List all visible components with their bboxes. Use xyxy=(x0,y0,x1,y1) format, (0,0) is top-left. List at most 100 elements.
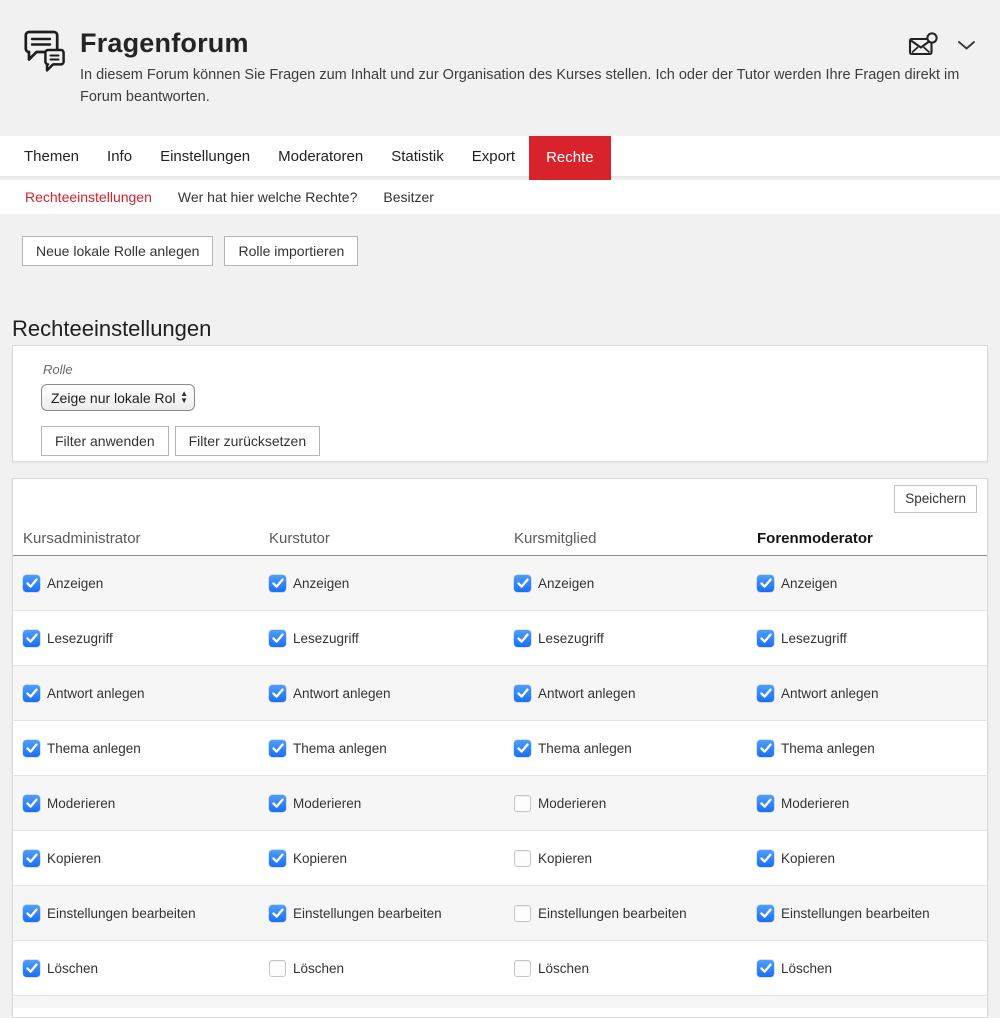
page-title: Fragenforum xyxy=(80,28,249,59)
checkbox-label: Kopieren xyxy=(538,851,592,866)
checkbox-checked-anzeigen-1[interactable] xyxy=(23,575,40,592)
checkbox-checked-moderieren-1[interactable] xyxy=(23,795,40,812)
cell-kurstutor-thema-anlegen: Thema anlegen xyxy=(269,740,514,757)
checkbox-checked-antwort-anlegen-4[interactable] xyxy=(757,685,774,702)
checkbox-label: Einstellungen bearbeiten xyxy=(538,906,687,921)
apply-filter-button[interactable]: Filter anwenden xyxy=(41,426,169,456)
cell-kurstutor-moderieren: Moderieren xyxy=(269,795,514,812)
checkbox-checked-einstellungen-bearbeiten-1[interactable] xyxy=(23,905,40,922)
tab-export[interactable]: Export xyxy=(458,136,529,176)
reset-filter-button[interactable]: Filter zurücksetzen xyxy=(175,426,320,456)
tab-themen[interactable]: Themen xyxy=(10,136,93,176)
checkbox-checked-anzeigen-2[interactable] xyxy=(269,575,286,592)
checkbox-checked-löschen-1[interactable] xyxy=(23,960,40,977)
checkbox-unchecked-löschen-2[interactable] xyxy=(269,960,286,977)
cell-kursmitglied-antwort-anlegen: Antwort anlegen xyxy=(514,685,757,702)
checkbox-checked-lesezugriff-3[interactable] xyxy=(514,630,531,647)
cell-kursmitglied-kopieren: Kopieren xyxy=(514,850,757,867)
import-role-button[interactable]: Rolle importieren xyxy=(224,236,358,266)
save-button[interactable]: Speichern xyxy=(894,485,977,513)
cell-forenmoderator-lesezugriff: Lesezugriff xyxy=(757,630,987,647)
checkbox-checked-anzeigen-4[interactable] xyxy=(757,575,774,592)
role-actions: Neue lokale Rolle anlegen Rolle importie… xyxy=(22,236,358,266)
checkbox-label: Thema anlegen xyxy=(293,741,387,756)
checkbox-unchecked-löschen-3[interactable] xyxy=(514,960,531,977)
checkbox-unchecked-moderieren-3[interactable] xyxy=(514,795,531,812)
checkbox-label: Löschen xyxy=(538,961,589,976)
checkbox-unchecked-kopieren-3[interactable] xyxy=(514,850,531,867)
checkbox-checked-thema-anlegen-4[interactable] xyxy=(757,740,774,757)
checkbox-unchecked-einstellungen-bearbeiten-3[interactable] xyxy=(514,905,531,922)
checkbox-checked-thema-anlegen-2[interactable] xyxy=(269,740,286,757)
checkbox-label: Antwort anlegen xyxy=(538,686,636,701)
cell-kursmitglied-löschen: Löschen xyxy=(514,960,757,977)
checkbox-label: Lesezugriff xyxy=(538,631,604,646)
permission-row-thema-anlegen: Thema anlegenThema anlegenThema anlegenT… xyxy=(13,721,987,776)
column-header-kursadministrator: Kursadministrator xyxy=(23,530,269,547)
checkbox-checked-kopieren-1[interactable] xyxy=(23,850,40,867)
checkbox-checked-lesezugriff-2[interactable] xyxy=(269,630,286,647)
cell-kursmitglied-moderieren: Moderieren xyxy=(514,795,757,812)
checkbox-label: Antwort anlegen xyxy=(293,686,391,701)
cell-kurstutor-löschen: Löschen xyxy=(269,960,514,977)
cell-kursadministrator-einstellungen-bearbeiten: Einstellungen bearbeiten xyxy=(23,905,269,922)
checkbox-checked-lesezugriff-4[interactable] xyxy=(757,630,774,647)
cell-kurstutor-anzeigen: Anzeigen xyxy=(269,575,514,592)
cell-kursmitglied-anzeigen: Anzeigen xyxy=(514,575,757,592)
cell-forenmoderator-einstellungen-bearbeiten: Einstellungen bearbeiten xyxy=(757,905,987,922)
tab-moderatoren[interactable]: Moderatoren xyxy=(264,136,377,176)
checkbox-label: Lesezugriff xyxy=(781,631,847,646)
role-filter-select[interactable]: Zeige nur lokale Rollen ▲▼ xyxy=(41,384,195,411)
cell-kurstutor-kopieren: Kopieren xyxy=(269,850,514,867)
permission-row-einstellungen-bearbeiten: Einstellungen bearbeiten Einstellungen be… xyxy=(13,886,987,941)
checkbox-checked-antwort-anlegen-1[interactable] xyxy=(23,685,40,702)
cell-kursadministrator-moderieren: Moderieren xyxy=(23,795,269,812)
permission-row-moderieren: ModerierenModerierenModerierenModerieren xyxy=(13,776,987,831)
cell-kursmitglied-lesezugriff: Lesezugriff xyxy=(514,630,757,647)
tab-einstellungen[interactable]: Einstellungen xyxy=(146,136,264,176)
checkbox-checked-anzeigen-3[interactable] xyxy=(514,575,531,592)
checkbox-label: Thema anlegen xyxy=(47,741,141,756)
tab-statistik[interactable]: Statistik xyxy=(377,136,458,176)
subtab-rechteeinstellungen[interactable]: Rechteeinstellungen xyxy=(12,180,165,214)
cell-kursadministrator-thema-anlegen: Thema anlegen xyxy=(23,740,269,757)
checkbox-checked-einstellungen-bearbeiten-4[interactable] xyxy=(757,905,774,922)
checkbox-label: Einstellungen bearbeiten xyxy=(47,906,196,921)
select-updown-arrows-icon: ▲▼ xyxy=(180,391,188,404)
checkbox-checked-moderieren-2[interactable] xyxy=(269,795,286,812)
checkbox-checked-thema-anlegen-3[interactable] xyxy=(514,740,531,757)
subtab-wer-hat-hier-welche-rechte[interactable]: Wer hat hier welche Rechte? xyxy=(165,180,371,214)
checkbox-checked-antwort-anlegen-3[interactable] xyxy=(514,685,531,702)
filter-panel: Rolle Zeige nur lokale Rollen ▲▼ Filter … xyxy=(12,345,988,462)
checkbox-label: Anzeigen xyxy=(47,576,103,591)
new-local-role-button[interactable]: Neue lokale Rolle anlegen xyxy=(22,236,213,266)
tab-info[interactable]: Info xyxy=(93,136,146,176)
checkbox-checked-löschen-4[interactable] xyxy=(757,960,774,977)
column-header-kursmitglied: Kursmitglied xyxy=(514,530,757,547)
checkbox-label: Moderieren xyxy=(293,796,361,811)
checkbox-checked-lesezugriff-1[interactable] xyxy=(23,630,40,647)
cell-forenmoderator-löschen: Löschen xyxy=(757,960,987,977)
cell-kursadministrator-anzeigen: Anzeigen xyxy=(23,575,269,592)
forum-chat-icon xyxy=(21,28,67,83)
column-header-forenmoderator: Forenmoderator xyxy=(757,530,987,547)
checkbox-label: Kopieren xyxy=(293,851,347,866)
header-actions xyxy=(908,32,976,64)
checkbox-checked-antwort-anlegen-2[interactable] xyxy=(269,685,286,702)
checkbox-checked-einstellungen-bearbeiten-2[interactable] xyxy=(269,905,286,922)
checkbox-checked-moderieren-4[interactable] xyxy=(757,795,774,812)
checkbox-label: Löschen xyxy=(47,961,98,976)
checkbox-label: Einstellungen bearbeiten xyxy=(781,906,930,921)
envelope-subscribe-icon[interactable] xyxy=(908,32,939,64)
chevron-down-icon[interactable] xyxy=(957,38,976,56)
checkbox-checked-kopieren-2[interactable] xyxy=(269,850,286,867)
checkbox-label: Kopieren xyxy=(781,851,835,866)
tab-rechte[interactable]: Rechte xyxy=(529,136,611,180)
checkbox-checked-thema-anlegen-1[interactable] xyxy=(23,740,40,757)
checkbox-label: Anzeigen xyxy=(781,576,837,591)
checkbox-label: Thema anlegen xyxy=(538,741,632,756)
subtab-besitzer[interactable]: Besitzer xyxy=(370,180,447,214)
checkbox-checked-kopieren-4[interactable] xyxy=(757,850,774,867)
cell-forenmoderator-anzeigen: Anzeigen xyxy=(757,575,987,592)
checkbox-label: Einstellungen bearbeiten xyxy=(293,906,442,921)
